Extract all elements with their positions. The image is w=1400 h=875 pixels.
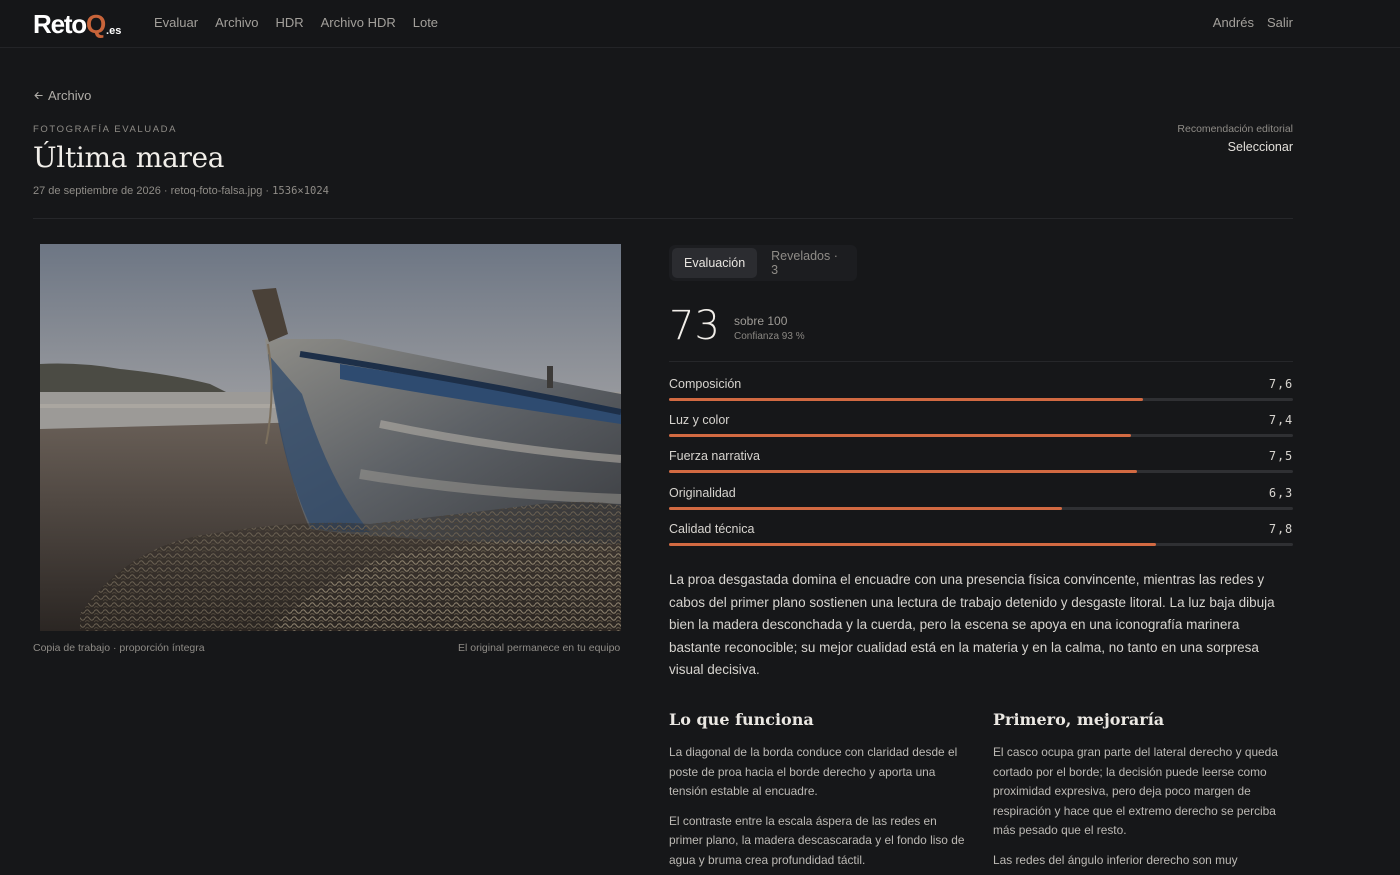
criterion-value: 7,8 (1268, 522, 1293, 536)
user-menu: Andrés Salir (1213, 15, 1293, 30)
criterion-calidad-tecnica: Calidad técnica 7,8 (669, 522, 1293, 546)
photo-filename: retoq-foto-falsa.jpg (170, 185, 263, 197)
back-link[interactable]: Archivo (33, 88, 91, 103)
tab-evaluacion[interactable]: Evaluación (672, 248, 758, 278)
nav-item-lote[interactable]: Lote (413, 15, 438, 30)
criterion-bar (669, 543, 1293, 546)
photo-date: 27 de septiembre de 2026 (33, 185, 161, 197)
recommendation-value: Seleccionar (1227, 140, 1293, 154)
nav-item-evaluar[interactable]: Evaluar (154, 15, 198, 30)
tab-revelados[interactable]: Revelados · 3 (759, 248, 854, 278)
total-score: 73 (669, 303, 720, 349)
page-eyebrow: FOTOGRAFÍA EVALUADA (33, 124, 178, 135)
nav-item-archivo-hdr[interactable]: Archivo HDR (321, 15, 396, 30)
main-nav: Evaluar Archivo HDR Archivo HDR Lote (154, 15, 438, 30)
criterion-bar-fill (669, 543, 1156, 546)
top-navbar: RetoQ.es Evaluar Archivo HDR Archivo HDR… (0, 0, 1400, 48)
arrow-left-icon (34, 92, 43, 99)
criterion-bar (669, 470, 1293, 473)
criterion-label: Luz y color (669, 413, 730, 427)
header-divider (33, 218, 1293, 219)
criterion-bar-fill (669, 470, 1137, 473)
criterion-label: Composición (669, 377, 742, 391)
brand-logo[interactable]: RetoQ.es (33, 9, 121, 40)
boat-photo-illustration (40, 244, 621, 631)
criterion-value: 6,3 (1268, 486, 1293, 500)
criterion-composicion: Composición 7,6 (669, 377, 1293, 401)
criterion-value: 7,4 (1268, 413, 1293, 427)
photo-caption-left: Copia de trabajo · proporción íntegra (33, 642, 205, 654)
criterion-label: Originalidad (669, 486, 736, 500)
improve-paragraph: El casco ocupa gran parte del lateral de… (993, 745, 1278, 838)
criterion-bar (669, 398, 1293, 401)
works-paragraph: La diagonal de la borda conduce con clar… (669, 745, 958, 799)
back-link-label: Archivo (48, 88, 92, 103)
score-confidence: Confianza 93 % (734, 331, 805, 342)
criterion-fuerza-narrativa: Fuerza narrativa 7,5 (669, 449, 1293, 473)
score-divider (669, 361, 1293, 362)
criterion-bar-fill (669, 507, 1063, 510)
criterion-label: Calidad técnica (669, 522, 755, 536)
improve-column: El casco ocupa gran parte del lateral de… (993, 743, 1293, 875)
photo-dimensions: 1536×1024 (272, 185, 330, 197)
user-name-link[interactable]: Andrés (1213, 15, 1254, 30)
criterion-originalidad: Originalidad 6,3 (669, 486, 1293, 510)
criterion-bar-fill (669, 398, 1144, 401)
improve-heading: Primero, mejoraría (993, 710, 1165, 729)
recommendation-label: Recomendación editorial (1177, 123, 1293, 135)
photo-caption-right: El original permanece en tu equipo (458, 642, 621, 654)
criterion-bar (669, 434, 1293, 437)
photo-meta: 27 de septiembre de 2026 · retoq-foto-fa… (33, 185, 330, 197)
criterion-bar-fill (669, 434, 1131, 437)
evaluated-photo (40, 244, 621, 631)
evaluation-summary: La proa desgastada domina el encuadre co… (669, 572, 1275, 678)
criterion-value: 7,6 (1268, 377, 1293, 391)
works-paragraph: El contraste entre la escala áspera de l… (669, 813, 965, 867)
criterion-label: Fuerza narrativa (669, 449, 761, 463)
improve-paragraph: Las redes del ángulo inferior derecho so… (993, 852, 1238, 867)
criterion-luz-y-color: Luz y color 7,4 (669, 413, 1293, 437)
page-title: Última marea (33, 141, 225, 174)
score-out-of: sobre 100 (734, 314, 788, 328)
evaluation-tabs: Evaluación Revelados · 3 (669, 245, 857, 281)
criterion-value: 7,5 (1268, 449, 1293, 463)
criterion-bar (669, 507, 1293, 510)
nav-item-hdr[interactable]: HDR (275, 15, 303, 30)
nav-item-archivo[interactable]: Archivo (215, 15, 258, 30)
works-column: La diagonal de la borda conduce con clar… (669, 743, 969, 875)
works-heading: Lo que funciona (669, 710, 814, 729)
logout-link[interactable]: Salir (1267, 15, 1293, 30)
